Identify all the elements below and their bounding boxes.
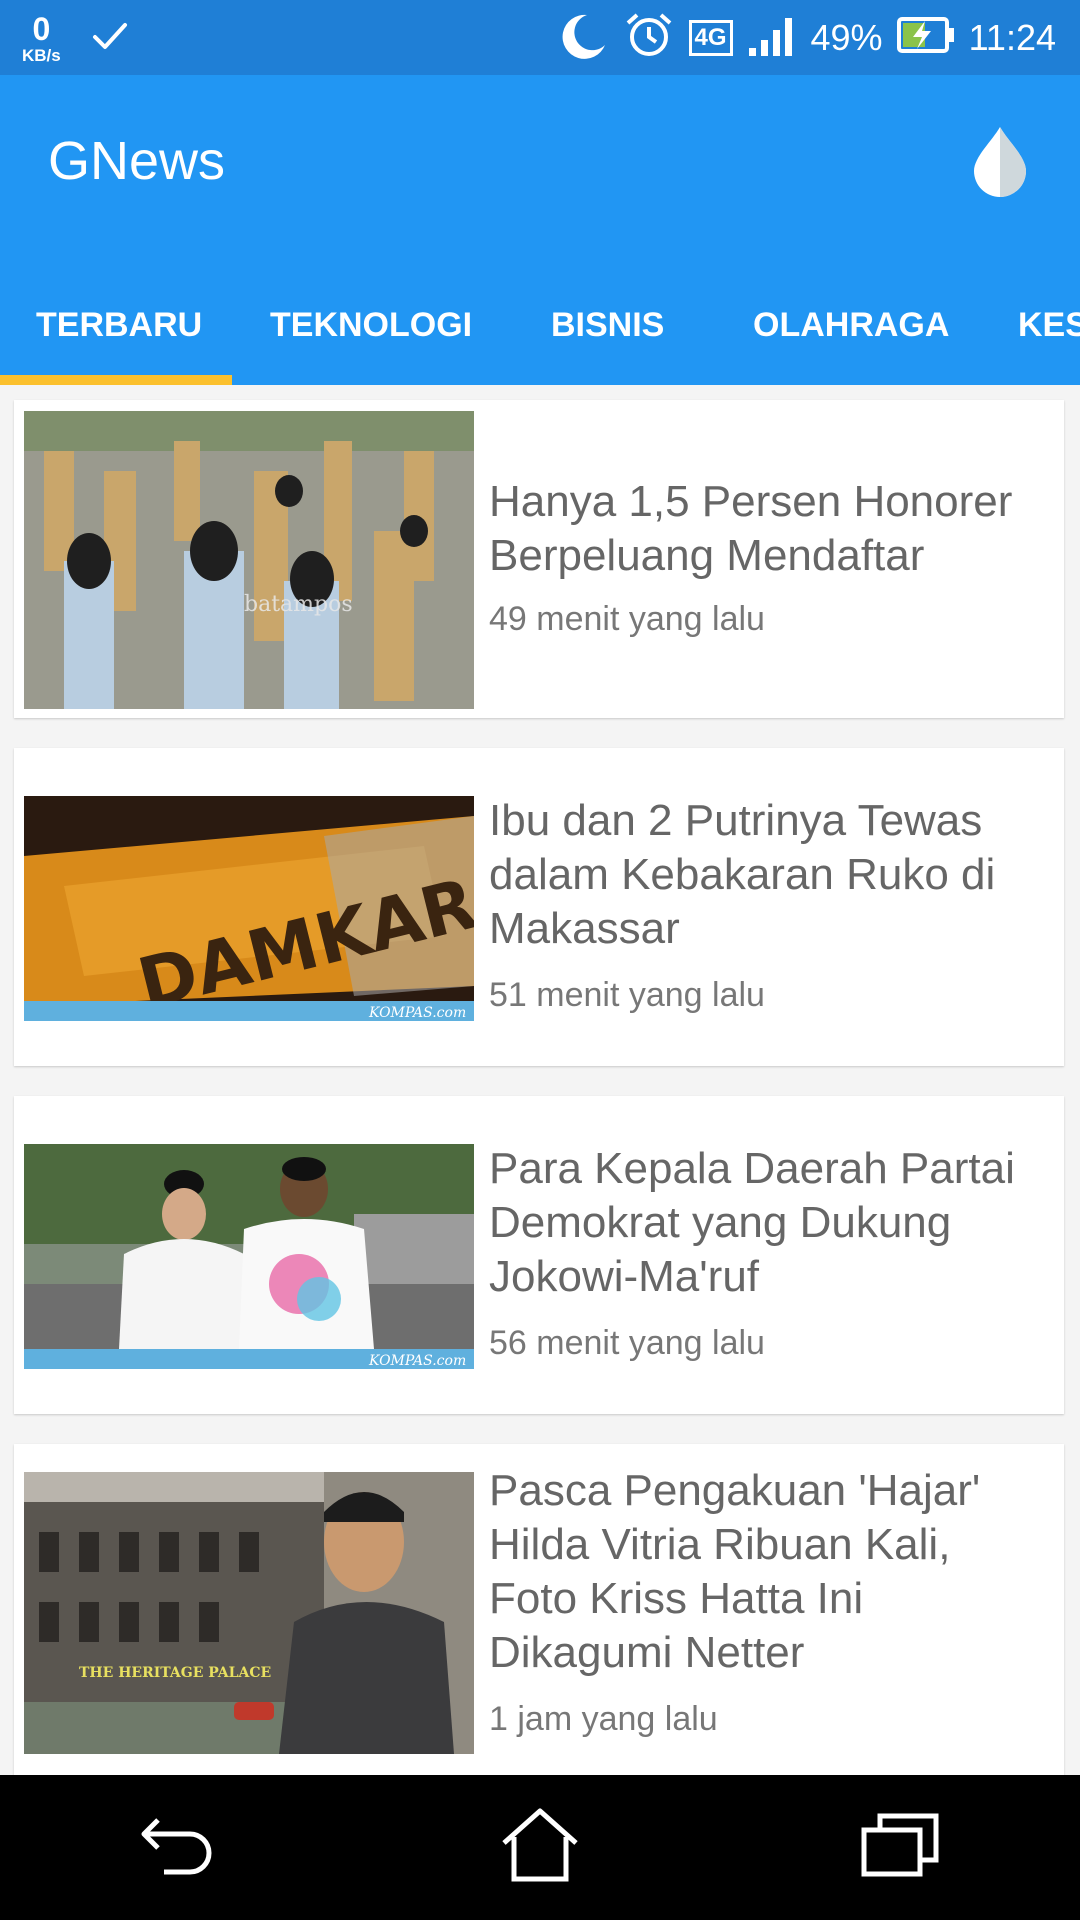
article-title: Ibu dan 2 Putrinya Tewas dalam Kebakaran… (489, 796, 996, 953)
tab-olahraga[interactable]: OLAHRAGA (753, 295, 949, 355)
home-icon (498, 1805, 582, 1890)
article-thumbnail: batampos (24, 411, 474, 709)
article-card[interactable]: batampos Hanya 1,5 Persen Honorer Berpel… (14, 400, 1064, 718)
article-title: Pasca Pengakuan 'Hajar' Hilda Vitria Rib… (489, 1466, 981, 1677)
signal-icon (747, 12, 797, 63)
theme-toggle-button[interactable] (960, 119, 1040, 199)
article-title: Hanya 1,5 Persen Honorer Berpeluang Mend… (489, 477, 1013, 580)
article-time: 56 menit yang lalu (489, 1324, 765, 1362)
svg-text:THE HERITAGE PALACE: THE HERITAGE PALACE (79, 1665, 271, 1681)
recents-button[interactable] (845, 1793, 955, 1903)
status-right: 4G 49% 11:24 (557, 0, 1056, 75)
clock: 11:24 (968, 16, 1056, 58)
tab-bisnis[interactable]: BISNIS (551, 295, 664, 355)
tab-teknologi[interactable]: TEKNOLOGI (270, 295, 472, 355)
network-speed: 0 KB/s (22, 13, 61, 64)
moon-icon (557, 9, 609, 66)
battery-percent: 49% (810, 16, 883, 58)
tab-selected-indicator (0, 375, 232, 385)
article-time: 51 menit yang lalu (489, 976, 765, 1014)
article-card[interactable]: DAMKAR KOMPAS.com Ibu dan 2 Putrinya Tew… (14, 748, 1064, 1066)
back-button[interactable] (125, 1793, 235, 1903)
svg-text:batampos: batampos (244, 592, 353, 617)
tab-kesehatan[interactable]: KES (1018, 295, 1080, 355)
back-icon (138, 1810, 222, 1885)
network-type-badge: 4G (688, 19, 733, 56)
alarm-icon (623, 9, 675, 66)
network-speed-value: 0 (32, 10, 51, 47)
recents-icon (858, 1810, 942, 1885)
article-time: 49 menit yang lalu (489, 600, 765, 638)
app-title: GNews (48, 131, 226, 191)
article-thumbnail: DAMKAR KOMPAS.com (24, 796, 474, 1021)
svg-text:KOMPAS.com: KOMPAS.com (368, 1353, 466, 1369)
svg-text:KOMPAS.com: KOMPAS.com (368, 1005, 466, 1021)
status-left: 0 KB/s (22, 8, 131, 68)
article-card[interactable]: THE HERITAGE PALACE Pasca Pengakuan 'Haj… (14, 1444, 1064, 1775)
article-time: 1 jam yang lalu (489, 1700, 718, 1738)
check-icon (89, 15, 131, 62)
system-nav-bar (0, 1775, 1080, 1920)
news-feed[interactable]: batampos Hanya 1,5 Persen Honorer Berpel… (0, 385, 1080, 1775)
article-card[interactable]: KOMPAS.com Para Kepala Daerah Partai Dem… (14, 1096, 1064, 1414)
status-bar: 0 KB/s 4G 49% 11:24 (0, 0, 1080, 75)
network-speed-unit: KB/s (22, 45, 61, 65)
water-drop-icon (960, 127, 1040, 203)
article-thumbnail: KOMPAS.com (24, 1144, 474, 1369)
home-button[interactable] (485, 1793, 595, 1903)
app-bar: GNews TERBARU TEKNOLOGI BISNIS OLAHRAGA … (0, 75, 1080, 385)
category-tabs: TERBARU TEKNOLOGI BISNIS OLAHRAGA KES (0, 275, 1080, 385)
battery-charging-icon (896, 15, 955, 60)
article-title: Para Kepala Daerah Partai Demokrat yang … (489, 1144, 1015, 1301)
tab-terbaru[interactable]: TERBARU (36, 295, 202, 355)
article-thumbnail: THE HERITAGE PALACE (24, 1472, 474, 1754)
